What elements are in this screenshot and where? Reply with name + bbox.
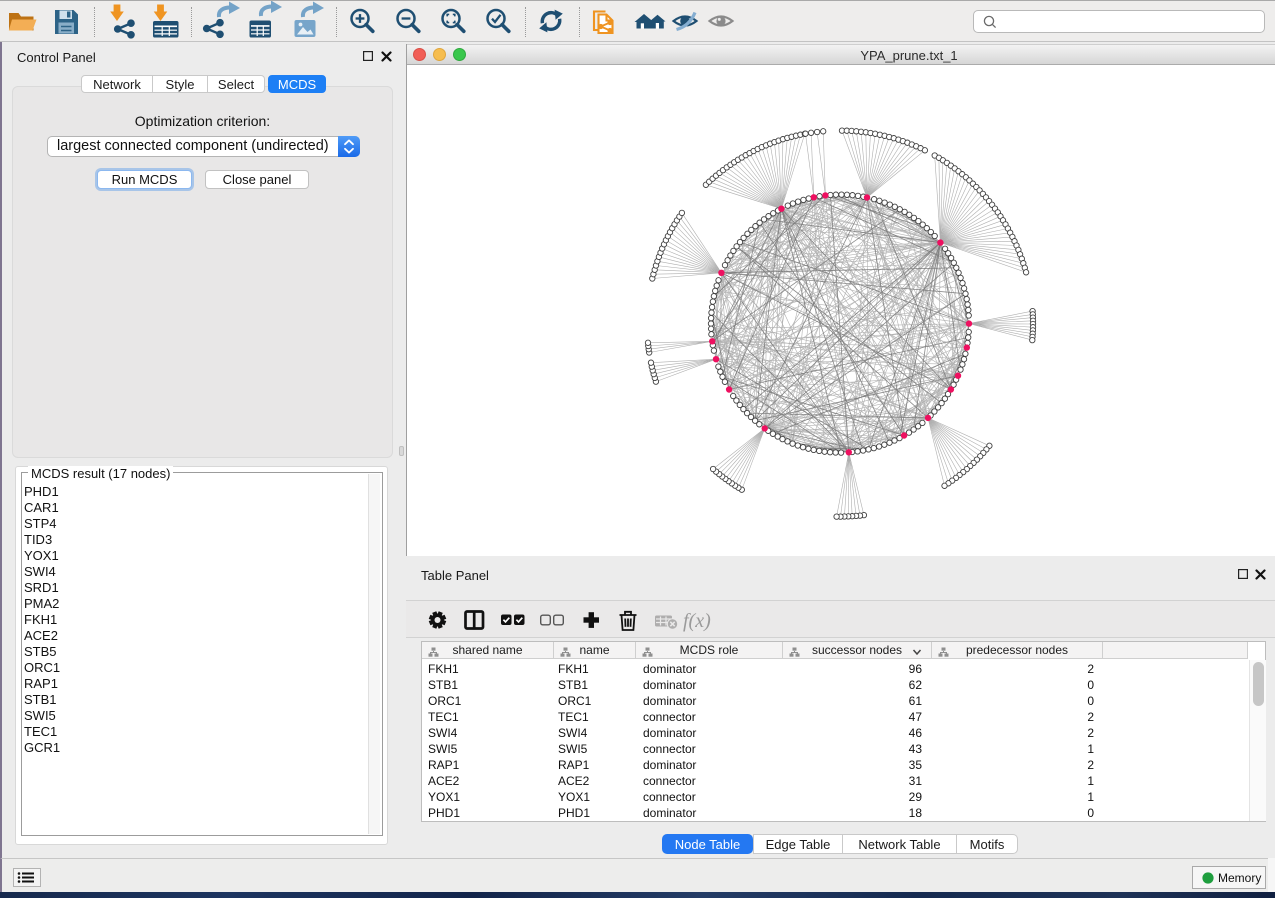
svg-text:f(x): f(x)	[683, 610, 711, 632]
